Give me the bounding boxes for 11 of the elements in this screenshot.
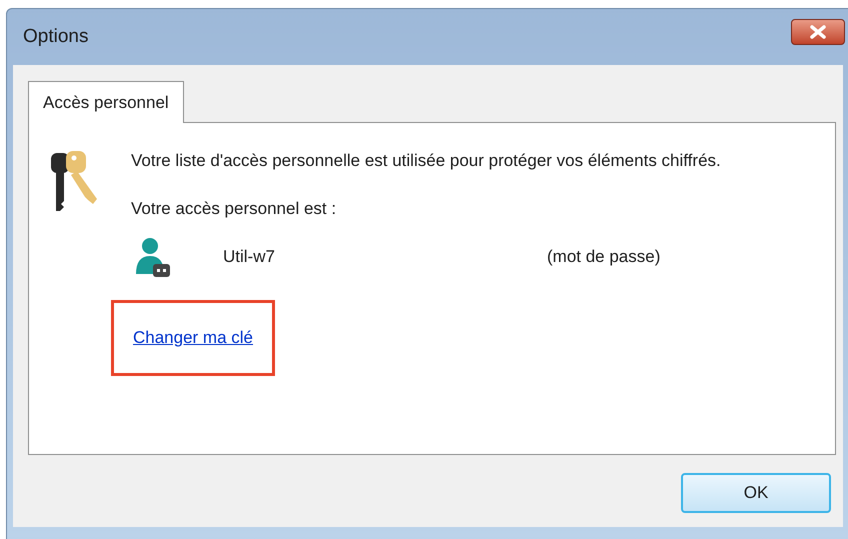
description-text: Votre liste d'accès personnelle est utilisée pour protéger vos éléments chiffrés.: [131, 150, 722, 172]
window-title: Options: [23, 24, 88, 49]
account-name: Util-w7: [223, 246, 276, 268]
ok-button[interactable]: OK: [681, 473, 831, 513]
account-type: (mot de passe): [547, 246, 660, 268]
tab[interactable]: Accès personnel: [28, 81, 184, 123]
change-key-link[interactable]: Changer ma clé: [133, 328, 254, 346]
access-label: Votre accès personnel est :: [131, 198, 338, 220]
close-button[interactable]: [791, 19, 845, 45]
close-icon: [809, 25, 827, 39]
user-icon: [135, 236, 171, 278]
